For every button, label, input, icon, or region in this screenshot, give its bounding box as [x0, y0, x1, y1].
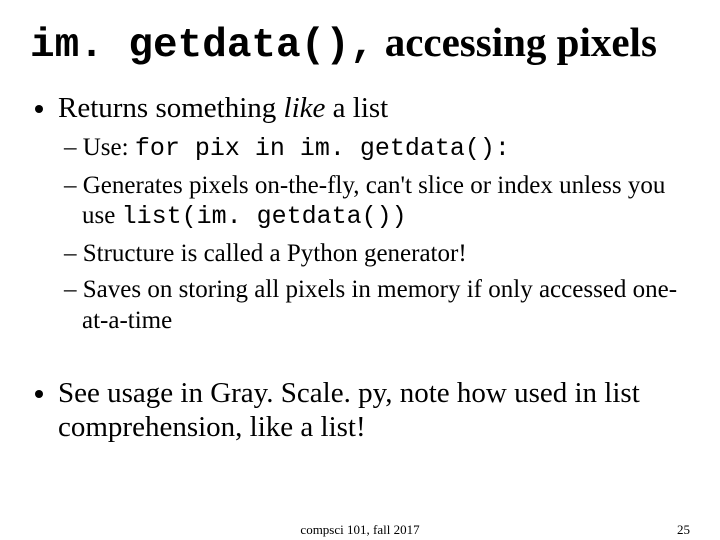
title-code: im. getdata(), — [30, 23, 374, 69]
slide: im. getdata(), accessing pixels Returns … — [0, 0, 720, 540]
sub-2: Generates pixels on-the-fly, can't slice… — [64, 171, 690, 233]
bullet-1: Returns something like a list Use: for p… — [58, 91, 690, 336]
title-rest: accessing pixels — [374, 19, 656, 65]
page-number: 25 — [677, 522, 690, 538]
sub-3-text: Structure is called a Python generator! — [83, 240, 467, 267]
bullet-2-text: See usage in Gray. Scale. py, note how u… — [58, 377, 640, 443]
slide-title: im. getdata(), accessing pixels — [30, 18, 690, 69]
sub-1-code: for pix in im. getdata(): — [135, 134, 510, 163]
spacer — [30, 342, 690, 376]
bullet-1-post: a list — [325, 92, 388, 124]
bullet-1-italic: like — [284, 92, 326, 124]
bullet-2: See usage in Gray. Scale. py, note how u… — [58, 376, 690, 444]
sub-2-code: list(im. getdata()) — [122, 202, 407, 231]
footer-center: compsci 101, fall 2017 — [300, 522, 419, 538]
sub-1: Use: for pix in im. getdata(): — [64, 133, 690, 165]
sub-4: Saves on storing all pixels in memory if… — [64, 275, 690, 336]
sub-3: Structure is called a Python generator! — [64, 239, 690, 270]
sub-1-pre: Use: — [83, 134, 135, 161]
bullet-list-2: See usage in Gray. Scale. py, note how u… — [58, 376, 690, 444]
bullet-1-pre: Returns something — [58, 92, 284, 124]
sub-4-text: Saves on storing all pixels in memory if… — [82, 276, 677, 334]
bullet-list: Returns something like a list Use: for p… — [58, 91, 690, 336]
bullet-1-sublist: Use: for pix in im. getdata(): Generates… — [64, 133, 690, 336]
